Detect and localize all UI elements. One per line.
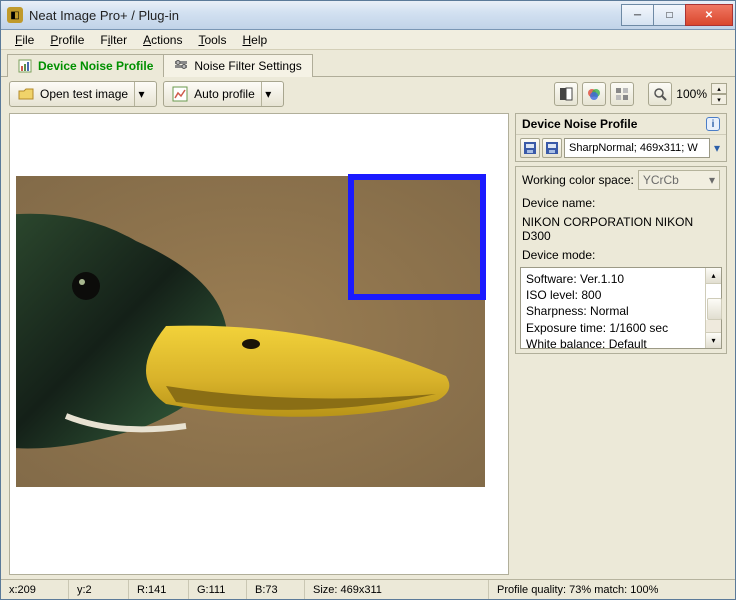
toolbar: Open test image ▾ Auto profile ▾ bbox=[1, 77, 735, 111]
spinner-down[interactable]: ▾ bbox=[711, 94, 727, 105]
color-space-select[interactable]: YCrCb ▾ bbox=[638, 170, 720, 190]
status-y: y:2 bbox=[69, 580, 129, 599]
device-mode-list: Software: Ver.1.10 ISO level: 800 Sharpn… bbox=[520, 267, 722, 349]
tab-device-noise-profile[interactable]: Device Noise Profile bbox=[7, 54, 164, 77]
filter-tab-icon bbox=[174, 59, 188, 73]
scroll-down-icon[interactable]: ▾ bbox=[706, 332, 721, 348]
profile-tab-icon bbox=[18, 59, 32, 73]
side-panel: Device Noise Profile i SharpNormal; 469x… bbox=[515, 113, 727, 575]
save-profile-as-button[interactable] bbox=[542, 138, 562, 158]
meta-wb: White balance: Default bbox=[526, 336, 700, 348]
menubar: File Profile Filter Actions Tools Help bbox=[1, 30, 735, 50]
chevron-down-icon[interactable]: ▾ bbox=[261, 82, 275, 106]
menu-profile[interactable]: Profile bbox=[44, 31, 90, 49]
minimize-button[interactable]: ─ bbox=[621, 4, 654, 26]
status-b: B:73 bbox=[247, 580, 305, 599]
info-icon[interactable]: i bbox=[706, 117, 720, 131]
scroll-up-icon[interactable]: ▴ bbox=[706, 268, 721, 284]
chevron-down-icon: ▾ bbox=[709, 173, 715, 187]
auto-profile-button[interactable]: Auto profile ▾ bbox=[163, 81, 284, 107]
chevron-down-icon[interactable]: ▾ bbox=[134, 82, 148, 106]
app-window: ◧ Neat Image Pro+ / Plug-in ─ □ ✕ File P… bbox=[0, 0, 736, 600]
zoom-value: 100% bbox=[676, 87, 707, 101]
devmode-label: Device mode: bbox=[522, 248, 595, 262]
profile-name-text: SharpNormal; 469x311; W bbox=[569, 142, 698, 154]
menu-tools[interactable]: Tools bbox=[192, 31, 232, 49]
chevron-down-icon[interactable]: ▾ bbox=[712, 141, 722, 155]
view-variants-button[interactable] bbox=[610, 82, 634, 106]
open-test-image-button[interactable]: Open test image ▾ bbox=[9, 81, 157, 107]
button-label: Open test image bbox=[40, 87, 128, 101]
device-name-value: NIKON CORPORATION NIKON D300 bbox=[516, 213, 726, 245]
titlebar: ◧ Neat Image Pro+ / Plug-in ─ □ ✕ bbox=[1, 1, 735, 30]
status-g: G:111 bbox=[189, 580, 247, 599]
profile-name-field[interactable]: SharpNormal; 469x311; W bbox=[564, 138, 710, 158]
wcs-value: YCrCb bbox=[643, 173, 679, 187]
button-label: Auto profile bbox=[194, 87, 255, 101]
status-size: Size: 469x311 bbox=[305, 580, 489, 599]
view-split-button[interactable] bbox=[554, 82, 578, 106]
meta-iso: ISO level: 800 bbox=[526, 287, 700, 303]
app-icon: ◧ bbox=[7, 7, 23, 23]
view-channels-button[interactable] bbox=[582, 82, 606, 106]
tab-label: Device Noise Profile bbox=[38, 59, 153, 73]
maximize-button[interactable]: □ bbox=[653, 4, 686, 26]
zoom-spinner[interactable]: ▴▾ bbox=[711, 83, 727, 105]
devname-label: Device name: bbox=[522, 196, 595, 210]
autoprofile-icon bbox=[172, 86, 188, 102]
status-x: x:209 bbox=[1, 580, 69, 599]
menu-filter[interactable]: Filter bbox=[94, 31, 133, 49]
close-button[interactable]: ✕ bbox=[685, 4, 733, 26]
noise-sample-selection[interactable] bbox=[348, 174, 486, 300]
menu-file[interactable]: File bbox=[9, 31, 40, 49]
list-scrollbar[interactable]: ▴ ▾ bbox=[705, 268, 721, 348]
meta-sharpness: Sharpness: Normal bbox=[526, 303, 700, 319]
save-profile-button[interactable] bbox=[520, 138, 540, 158]
meta-software: Software: Ver.1.10 bbox=[526, 271, 700, 287]
tab-label: Noise Filter Settings bbox=[194, 59, 301, 73]
view-mode-group: 100% ▴▾ bbox=[554, 82, 727, 106]
status-quality: Profile quality: 73% match: 100% bbox=[489, 580, 735, 599]
image-canvas[interactable] bbox=[9, 113, 509, 575]
status-r: R:141 bbox=[129, 580, 189, 599]
scroll-thumb[interactable] bbox=[707, 298, 722, 320]
menu-actions[interactable]: Actions bbox=[137, 31, 188, 49]
tabs: Device Noise Profile Noise Filter Settin… bbox=[1, 50, 735, 77]
tab-noise-filter-settings[interactable]: Noise Filter Settings bbox=[163, 54, 312, 77]
zoom-tool-button[interactable] bbox=[648, 82, 672, 106]
window-title: Neat Image Pro+ / Plug-in bbox=[29, 8, 621, 23]
spinner-up[interactable]: ▴ bbox=[711, 83, 727, 94]
menu-help[interactable]: Help bbox=[236, 31, 273, 49]
panel-heading: Device Noise Profile i bbox=[516, 114, 726, 135]
open-icon bbox=[18, 86, 34, 102]
wcs-label: Working color space: bbox=[522, 173, 634, 187]
panel-title: Device Noise Profile bbox=[522, 117, 637, 131]
meta-exposure: Exposure time: 1/1600 sec bbox=[526, 320, 700, 336]
statusbar: x:209 y:2 R:141 G:111 B:73 Size: 469x311… bbox=[1, 579, 735, 599]
